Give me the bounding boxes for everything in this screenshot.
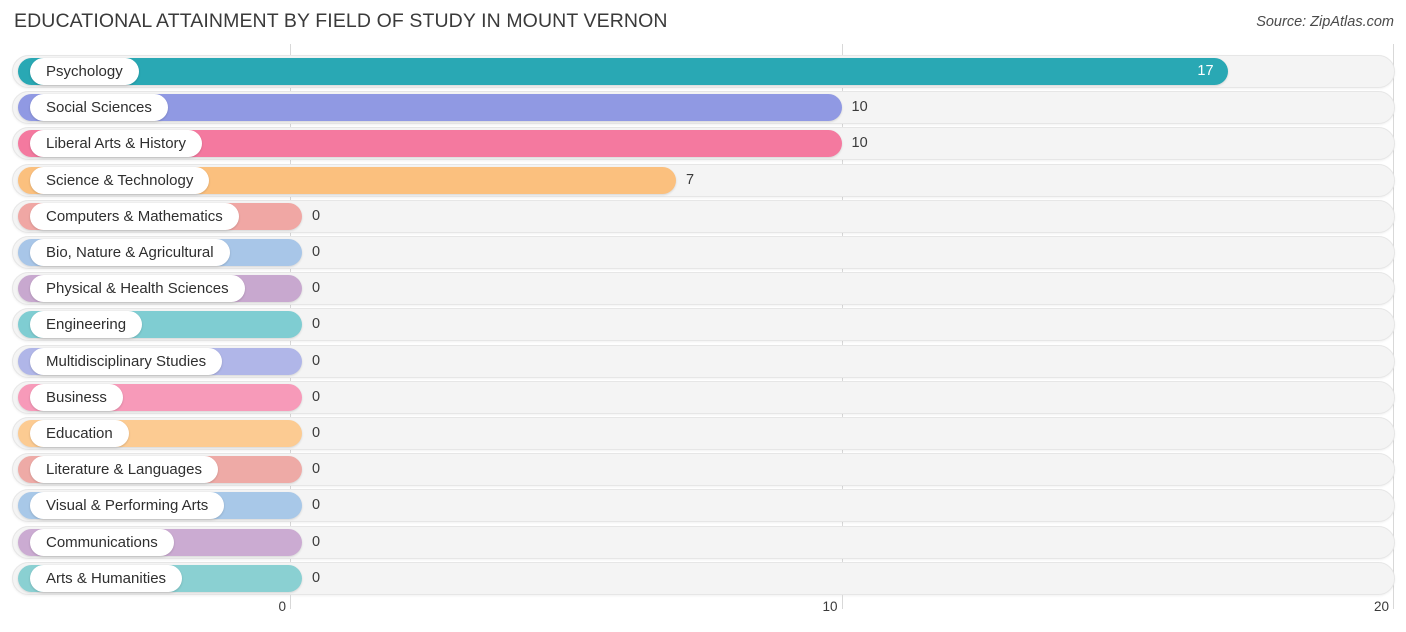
bar-row[interactable]: 7 Science & Technology bbox=[0, 163, 1406, 197]
bar-value-label: 0 bbox=[312, 388, 321, 405]
plot-area: 17 Psychology 10 Social Sciences 10 Liberal A… bbox=[0, 44, 1406, 595]
category-label[interactable]: Engineering bbox=[30, 311, 143, 339]
bar-row[interactable]: 0 Bio, Nature & Agricultural bbox=[0, 236, 1406, 269]
bar-value-label: 0 bbox=[312, 425, 321, 441]
bar-value-label: 0 bbox=[312, 207, 321, 224]
bar-value-label: 10 bbox=[851, 135, 868, 152]
bar-row[interactable]: 10 Social Sciences bbox=[0, 91, 1406, 125]
bar-row[interactable]: 0 Multidisciplinary Studies bbox=[0, 344, 1406, 378]
category-label[interactable]: Business bbox=[30, 383, 123, 411]
bar-row[interactable]: 0 Engineering bbox=[0, 308, 1406, 342]
chart-header: EDUCATIONAL ATTAINMENT BY FIELD OF STUDY… bbox=[0, 0, 1406, 44]
chart-container: EDUCATIONAL ATTAINMENT BY FIELD OF STUDY… bbox=[0, 0, 1406, 632]
category-label[interactable]: Liberal Arts & History bbox=[30, 130, 203, 158]
axis-tick-label: 0 bbox=[278, 599, 286, 614]
bar-value-label: 0 bbox=[312, 244, 321, 260]
bar-row[interactable]: 0 Arts & Humanities bbox=[0, 561, 1406, 595]
category-label[interactable]: Education bbox=[30, 420, 129, 447]
bar-row[interactable]: 0 Communications bbox=[0, 525, 1406, 559]
bar-row[interactable]: 0 Literature & Languages bbox=[0, 453, 1406, 487]
axis-tick-mark bbox=[290, 595, 291, 609]
bar-value-label: 0 bbox=[312, 569, 321, 586]
bar-row[interactable]: 0 Business bbox=[0, 380, 1406, 414]
bar-value-label: 0 bbox=[312, 280, 321, 297]
axis-tick-mark bbox=[1393, 595, 1394, 609]
source-attribution: Source: ZipAtlas.com bbox=[1256, 14, 1394, 30]
category-label[interactable]: Multidisciplinary Studies bbox=[30, 347, 223, 375]
bar-value-label: 0 bbox=[312, 533, 321, 550]
bar-value-label: 0 bbox=[312, 352, 321, 369]
category-label[interactable]: Visual & Performing Arts bbox=[30, 492, 225, 520]
bar-value-label: 7 bbox=[686, 171, 695, 188]
bar-value-label: 10 bbox=[851, 99, 868, 116]
axis-tick-label: 20 bbox=[1373, 599, 1389, 614]
category-label[interactable]: Computers & Mathematics bbox=[30, 202, 239, 230]
axis-tick-mark bbox=[841, 595, 843, 609]
category-label[interactable]: Social Sciences bbox=[30, 94, 168, 122]
bar-value-label: 0 bbox=[312, 461, 321, 478]
axis-tick-label: 10 bbox=[822, 599, 838, 614]
category-label[interactable]: Psychology bbox=[30, 58, 139, 85]
bar-row[interactable]: 0 Education bbox=[0, 417, 1406, 450]
category-label[interactable]: Arts & Humanities bbox=[30, 564, 183, 592]
bar-row[interactable]: 10 Liberal Arts & History bbox=[0, 127, 1406, 161]
bar-value-label: 0 bbox=[312, 316, 321, 333]
bar-row[interactable]: 0 Physical & Health Sciences bbox=[0, 272, 1406, 306]
bar-row[interactable]: 0 Visual & Performing Arts bbox=[0, 489, 1406, 523]
bar[interactable]: 17 bbox=[18, 58, 1228, 85]
category-label[interactable]: Bio, Nature & Agricultural bbox=[30, 239, 230, 266]
bar-value-label: 0 bbox=[312, 497, 321, 514]
bar-row[interactable]: 17 Psychology bbox=[0, 55, 1406, 88]
x-axis: 0 10 20 bbox=[0, 595, 1406, 632]
bar-value-label: 17 bbox=[1197, 63, 1214, 79]
bar-row[interactable]: 0 Computers & Mathematics bbox=[0, 199, 1406, 233]
page-title: EDUCATIONAL ATTAINMENT BY FIELD OF STUDY… bbox=[14, 10, 668, 32]
category-label[interactable]: Science & Technology bbox=[30, 166, 210, 194]
category-label[interactable]: Literature & Languages bbox=[30, 456, 218, 484]
category-label[interactable]: Communications bbox=[30, 528, 174, 556]
category-label[interactable]: Physical & Health Sciences bbox=[30, 275, 245, 303]
